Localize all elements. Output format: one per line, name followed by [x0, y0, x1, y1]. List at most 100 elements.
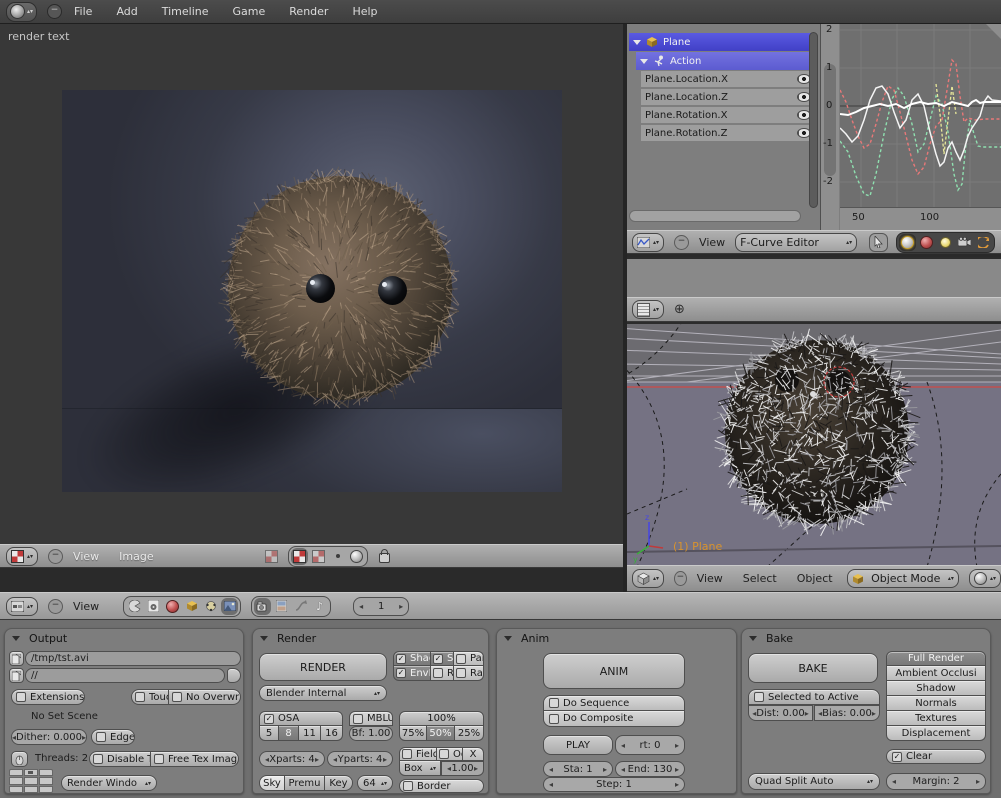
do-composite-toggle[interactable]: Do Composite	[543, 711, 685, 727]
menu-timeline[interactable]: Timeline	[162, 5, 209, 18]
fcurve-horizontal-scrollbar[interactable]: 50 100	[840, 207, 1001, 230]
lock-icon[interactable]	[376, 548, 393, 565]
menu-select[interactable]: Select	[743, 572, 777, 585]
octree-dropdown[interactable]: 64▴▾	[357, 775, 393, 791]
channels-horizontal-scrollbar[interactable]	[629, 210, 801, 222]
increment-icon[interactable]: ▸	[399, 602, 403, 611]
editor-type-selector[interactable]: ▴▾	[632, 233, 664, 252]
channel-action[interactable]: Action	[636, 52, 815, 70]
menu-view[interactable]: View	[699, 236, 725, 249]
bake-mode-normals[interactable]: Normals	[886, 696, 986, 711]
collapse-panel-icon[interactable]	[749, 636, 757, 641]
collapse-menus-button[interactable]: −	[674, 571, 687, 586]
ray-toggle[interactable]: Ra	[431, 666, 454, 681]
quad-split-dropdown[interactable]: Quad Split Auto▴▾	[748, 773, 880, 790]
filter-dropdown[interactable]: Box▴▾	[399, 761, 441, 776]
area-divider[interactable]	[623, 24, 627, 592]
draw-zbuffer-icon[interactable]	[329, 548, 346, 565]
buttons-window-area[interactable]: Output /tmp/tst.avi // Extensions Touc N…	[0, 620, 1001, 798]
expand-icon[interactable]	[640, 59, 648, 64]
blur-factor-field[interactable]: Bf: 1.00	[349, 726, 393, 741]
bake-mode-ao[interactable]: Ambient Occlusi	[886, 666, 986, 681]
menu-help[interactable]: Help	[352, 5, 377, 18]
yparts-field[interactable]: ◂Yparts: 4▸	[327, 751, 393, 767]
image-paint-icon[interactable]	[263, 548, 280, 565]
start-frame-field[interactable]: ◂Sta: 1▸	[543, 761, 613, 777]
menu-object[interactable]: Object	[797, 572, 833, 585]
free-tex-toggle[interactable]: Free Tex Imag	[151, 751, 239, 767]
menu-add[interactable]: Add	[116, 5, 137, 18]
sequencer-subcontext-icon[interactable]	[273, 598, 290, 615]
alpha-premul-button[interactable]: Premu	[285, 775, 325, 791]
editor-mode-dropdown[interactable]: F-Curve Editor ▴▾	[735, 233, 857, 252]
backbuf-path-field[interactable]: //	[25, 668, 225, 683]
clear-toggle[interactable]: Clear	[886, 749, 986, 764]
collapse-panel-icon[interactable]	[260, 636, 268, 641]
osa-toggle[interactable]: OSA	[259, 711, 343, 726]
osa-5-button[interactable]: 5	[259, 726, 279, 741]
collapse-menus-button[interactable]: −	[674, 235, 689, 250]
menu-game[interactable]: Game	[233, 5, 266, 18]
anim-button[interactable]: ANIM	[543, 653, 685, 689]
anim-subcontext-icon[interactable]	[292, 598, 309, 615]
collapse-panel-icon[interactable]	[504, 636, 512, 641]
menu-view[interactable]: View	[697, 572, 723, 585]
file-browse-button[interactable]	[9, 668, 24, 683]
collapse-menus-button[interactable]: −	[48, 599, 63, 614]
object-context-icon[interactable]	[183, 598, 200, 615]
size-100-button[interactable]: 100%	[399, 711, 484, 726]
new-text-button[interactable]: ⊕	[674, 302, 685, 317]
lamp-filter-icon[interactable]	[937, 234, 954, 251]
render-subcontext-icon[interactable]	[254, 598, 271, 615]
rt-field[interactable]: ◂rt: 0▸	[615, 735, 685, 755]
no-overwrite-toggle[interactable]: No Overwrit	[169, 689, 241, 705]
osa-11-button[interactable]: 11	[299, 726, 321, 741]
menu-image[interactable]: Image	[119, 550, 153, 563]
file-browse-button[interactable]	[9, 651, 24, 666]
editor-type-selector[interactable]: ▴▾	[632, 300, 664, 319]
menu-file[interactable]: File	[74, 5, 92, 18]
render-window-placement-grid[interactable]	[9, 769, 53, 793]
size-25-button[interactable]: 25%	[455, 726, 484, 741]
extensions-toggle[interactable]: Extensions	[11, 689, 85, 705]
alpha-key-button[interactable]: Key	[325, 775, 353, 791]
scene-context-icon[interactable]	[221, 598, 238, 615]
end-frame-field[interactable]: ◂End: 130▸	[615, 761, 685, 777]
window-type-selector[interactable]: ▴▾	[6, 2, 37, 22]
x-toggle[interactable]: X	[463, 747, 484, 761]
editing-context-icon[interactable]	[202, 598, 219, 615]
draw-alpha-icon[interactable]	[310, 548, 327, 565]
mode-dropdown[interactable]: Object Mode ▴▾	[847, 569, 959, 588]
draw-image-icon[interactable]	[291, 548, 308, 565]
osa-8-button[interactable]: 8	[279, 726, 299, 741]
shading-context-icon[interactable]	[164, 598, 181, 615]
mblur-toggle[interactable]: MBLUR	[349, 711, 393, 726]
camera-filter-icon[interactable]	[956, 234, 973, 251]
editor-type-selector[interactable]: ▴▾	[632, 569, 664, 588]
expand-icon[interactable]	[633, 40, 641, 45]
touch-toggle[interactable]: Touc	[131, 689, 169, 705]
render-display-dropdown[interactable]: Render Windo▴▾	[61, 775, 157, 791]
output-path-field[interactable]: /tmp/tst.avi	[25, 651, 241, 666]
collapse-menus-button[interactable]: −	[47, 4, 62, 19]
cursor-tool-button[interactable]	[869, 233, 888, 252]
collapse-panel-icon[interactable]	[12, 636, 20, 641]
menu-view[interactable]: View	[73, 550, 99, 563]
radio-toggle[interactable]: Radi	[454, 666, 484, 681]
scrollbar-thumb[interactable]	[824, 64, 836, 176]
step-field[interactable]: ◂Step: 1▸	[543, 777, 685, 792]
channel-object-plane[interactable]: Plane	[629, 33, 815, 51]
channel-row[interactable]: Plane.Location.Z	[641, 89, 815, 105]
render-button[interactable]: RENDER	[259, 653, 387, 681]
dither-slider[interactable]: ◂Dither: 0.000▸	[11, 729, 87, 745]
channel-row[interactable]: Plane.Rotation.Z	[641, 125, 815, 141]
decrement-icon[interactable]: ◂	[359, 602, 363, 611]
render-engine-dropdown[interactable]: Blender Internal▴▾	[259, 685, 387, 701]
collapse-menus-button[interactable]: −	[48, 549, 63, 564]
margin-field[interactable]: ◂Margin: 2▸	[886, 773, 986, 790]
backbuf-toggle-button[interactable]	[227, 668, 241, 683]
color-sample-icon[interactable]	[348, 548, 365, 565]
sss-toggle[interactable]: SS	[431, 651, 454, 666]
dist-field[interactable]: ◂Dist: 0.00▸	[748, 705, 813, 721]
edge-toggle[interactable]: Edge	[91, 729, 135, 745]
